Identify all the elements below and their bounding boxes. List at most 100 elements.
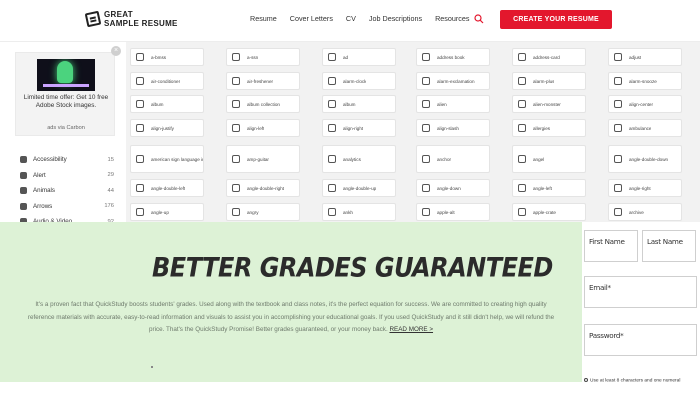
icon-card-angle-down[interactable]: angle-down	[416, 179, 490, 197]
icon-card-ankh[interactable]: ankh	[322, 203, 396, 221]
icon-card-alien-monster[interactable]: alien-monster	[512, 95, 586, 113]
icon-card-label: amp-guitar	[247, 156, 269, 162]
angle-double-up-icon	[328, 184, 336, 192]
icon-card-angle-double-right[interactable]: angle-double-right	[226, 179, 300, 197]
icon-card-label: alarm-clock	[343, 78, 367, 84]
icon-card-label: allergies	[533, 125, 551, 131]
site-logo[interactable]: GREAT SAMPLE RESUME	[84, 10, 178, 28]
ad-via[interactable]: ads via Carbon	[20, 125, 112, 131]
icon-card-angle-double-left[interactable]: angle-double-left	[130, 179, 204, 197]
create-resume-button[interactable]: CREATE YOUR RESUME	[500, 10, 612, 29]
icon-card-album[interactable]: album	[322, 95, 396, 113]
icon-card-label: alarm-snooze	[629, 78, 657, 84]
icon-card-label: archive	[629, 209, 644, 215]
icon-card-align-center[interactable]: align-center	[608, 95, 682, 113]
alarm-exclamation-icon	[422, 77, 430, 85]
icon-card-angle-double-down[interactable]: angle-double-down	[608, 145, 682, 173]
icon-card-amp-guitar[interactable]: amp-guitar	[226, 145, 300, 173]
icon-card-alarm-exclamation[interactable]: alarm-exclamation	[416, 72, 490, 90]
icon-card-alarm-snooze[interactable]: alarm-snooze	[608, 72, 682, 90]
logo-icon	[84, 10, 102, 28]
icon-card-angel[interactable]: angel	[512, 145, 586, 173]
info-icon	[584, 378, 588, 382]
ad-text[interactable]: Limited time offer: Get 10 free Adobe St…	[20, 94, 112, 109]
icon-card-alarm-clock[interactable]: alarm-clock	[322, 72, 396, 90]
icon-card-ambulance[interactable]: ambulance	[608, 119, 682, 137]
first-name-field[interactable]: First Name	[584, 230, 638, 262]
read-more-link[interactable]: READ MORE >	[389, 326, 433, 333]
anchor-icon	[422, 155, 430, 163]
password-field[interactable]: Password*	[584, 324, 697, 356]
icon-card-label: align-center	[629, 101, 654, 107]
icon-card-label: angle-up	[151, 209, 169, 215]
a-ssn-icon	[232, 53, 240, 61]
nav-resources[interactable]: Resources	[435, 14, 469, 23]
ad-image[interactable]	[37, 59, 95, 91]
nav-cover-letters[interactable]: Cover Letters	[290, 14, 333, 23]
promo-text: It's a proven fact that QuickStudy boost…	[27, 301, 555, 334]
icon-card-angle-left[interactable]: angle-left	[512, 179, 586, 197]
icon-card-american-sign-language-interpreting[interactable]: american sign language interpreting	[130, 145, 204, 173]
password-hint: Use at least 8 characters and one numera…	[584, 378, 680, 383]
align-right-icon	[328, 124, 336, 132]
adjust-icon	[614, 53, 622, 61]
category-label: Accessibility	[33, 156, 67, 164]
icon-card-address-book[interactable]: address book	[416, 48, 490, 66]
icon-card-air-conditioner[interactable]: air-conditioner	[130, 72, 204, 90]
icon-card-allergies[interactable]: allergies	[512, 119, 586, 137]
ad-close-icon[interactable]: ×	[111, 46, 121, 56]
icon-card-angle-up[interactable]: angle-up	[130, 203, 204, 221]
icon-card-label: album	[343, 101, 356, 107]
icon-card-label: align-slash	[437, 125, 459, 131]
icon-card-label: air-conditioner	[151, 78, 181, 84]
icon-card-label: address book	[437, 54, 465, 60]
nav-job-descriptions[interactable]: Job Descriptions	[369, 14, 422, 23]
icon-card-adjust[interactable]: adjust	[608, 48, 682, 66]
icon-card-label: alien-monster	[533, 101, 561, 107]
icon-card-album[interactable]: album	[130, 95, 204, 113]
search-icon[interactable]	[474, 14, 484, 24]
icon-card-angry[interactable]: angry	[226, 203, 300, 221]
category-label: Arrows	[33, 202, 53, 210]
icon-card-air-freshener[interactable]: air-freshener	[226, 72, 300, 90]
ankh-icon	[328, 208, 336, 216]
icon-card-analytics[interactable]: analytics	[322, 145, 396, 173]
icon-card-alarm-plus[interactable]: alarm-plus	[512, 72, 586, 90]
icon-card-label: air-freshener	[247, 78, 274, 84]
icon-card-apple-crate[interactable]: apple-crate	[512, 203, 586, 221]
icon-card-label: align-right	[343, 125, 364, 131]
icon-card-align-left[interactable]: align-left	[226, 119, 300, 137]
icon-card-align-slash[interactable]: align-slash	[416, 119, 490, 137]
category-item-arrows[interactable]: Arrows 176	[20, 199, 114, 215]
last-name-field[interactable]: Last Name	[642, 230, 696, 262]
icon-card-archive[interactable]: archive	[608, 203, 682, 221]
email-field[interactable]: Email*	[584, 276, 697, 308]
alarm-clock-icon	[328, 77, 336, 85]
icon-card-alien[interactable]: alien	[416, 95, 490, 113]
category-item-alert[interactable]: Alert 29	[20, 168, 114, 184]
icon-card-angle-double-up[interactable]: angle-double-up	[322, 179, 396, 197]
icon-card-a-bmss[interactable]: a-bmss	[130, 48, 204, 66]
icon-card-angle-right[interactable]: angle-right	[608, 179, 682, 197]
nav-cv[interactable]: CV	[346, 14, 356, 23]
icon-card-address-card[interactable]: address-card	[512, 48, 586, 66]
category-label: Alert	[33, 171, 46, 179]
category-item-accessibility[interactable]: Accessibility 15	[20, 152, 114, 168]
icon-card-align-justify[interactable]: align-justify	[130, 119, 204, 137]
icon-card-label: angle-double-left	[151, 185, 186, 191]
icon-card-a-ssn[interactable]: a-ssn	[226, 48, 300, 66]
icon-card-label: angle-double-up	[343, 185, 377, 191]
icon-card-anchor[interactable]: anchor	[416, 145, 490, 173]
album-collection-icon	[232, 100, 240, 108]
angle-up-icon	[136, 208, 144, 216]
nav-resume[interactable]: Resume	[250, 14, 277, 23]
icon-card-apple-alt[interactable]: apple-alt	[416, 203, 490, 221]
carbon-ad[interactable]: Limited time offer: Get 10 free Adobe St…	[15, 52, 115, 136]
category-list: Accessibility 15 Alert 29 Animals 44 Arr…	[20, 152, 114, 230]
icon-card-align-right[interactable]: align-right	[322, 119, 396, 137]
category-item-animals[interactable]: Animals 44	[20, 183, 114, 199]
icon-card-album-collection[interactable]: album collection	[226, 95, 300, 113]
icon-card-ad[interactable]: ad	[322, 48, 396, 66]
apple-alt-icon	[422, 208, 430, 216]
album-icon	[136, 100, 144, 108]
